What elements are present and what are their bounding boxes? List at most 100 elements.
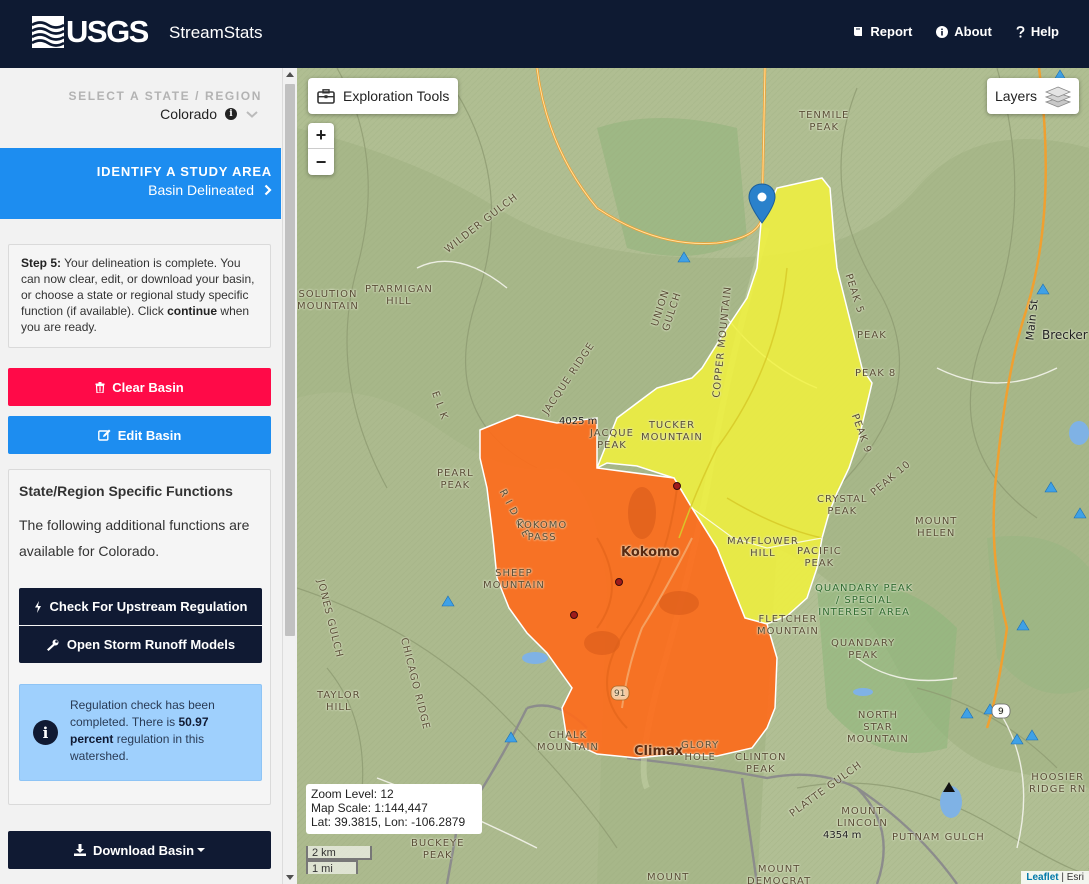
wrench-icon bbox=[46, 639, 59, 651]
check-upstream-regulation-button[interactable]: Check For Upstream Regulation bbox=[19, 588, 262, 625]
label-climax: Climax bbox=[634, 744, 684, 759]
nav-help[interactable]: Help bbox=[1016, 24, 1059, 39]
label-kokomo: Kokomo bbox=[621, 545, 680, 560]
chevron-right-icon bbox=[264, 184, 272, 196]
map-info-panel: Zoom Level: 12 Map Scale: 1:144,447 Lat:… bbox=[306, 784, 482, 834]
state-functions-panel: State/Region Specific Functions The foll… bbox=[8, 469, 271, 805]
label-solution-mountain: SOLUTION MOUNTAIN bbox=[297, 289, 359, 312]
open-storm-label: Open Storm Runoff Models bbox=[66, 637, 236, 652]
layers-button[interactable]: Layers bbox=[986, 78, 1079, 114]
state-info-icon[interactable]: i bbox=[225, 108, 237, 120]
label-mount-bottom: MOUNT bbox=[647, 872, 690, 883]
leaflet-link[interactable]: Leaflet bbox=[1026, 872, 1058, 883]
label-elev-4025: 4025 m bbox=[559, 416, 598, 427]
label-pacific-peak: PACIFIC PEAK bbox=[797, 546, 842, 569]
info-icon bbox=[936, 25, 949, 38]
app-name[interactable]: StreamStats bbox=[169, 23, 263, 43]
exploration-tools-label: Exploration Tools bbox=[343, 88, 450, 104]
zoom-control: + − bbox=[308, 123, 334, 175]
label-mount-lincoln: MOUNT LINCOLN bbox=[837, 806, 888, 829]
esri-attribution: Esri bbox=[1066, 872, 1084, 883]
lat-lon-readout: Lat: 39.3815, Lon: -106.2879 bbox=[311, 815, 466, 829]
scale-km: 2 km bbox=[306, 846, 372, 860]
label-quandary-special: QUANDARY PEAK / SPECIAL INTEREST AREA bbox=[815, 583, 914, 618]
label-putnam-gulch: PUTNAM GULCH bbox=[892, 832, 985, 843]
layers-icon bbox=[1045, 86, 1071, 108]
label-breckenridge: Brecker bbox=[1042, 328, 1088, 342]
label-tenmile-peak: TENMILE PEAK bbox=[799, 110, 850, 133]
label-buckeye-peak: BUCKEYE PEAK bbox=[411, 838, 465, 861]
clear-basin-button[interactable]: Clear Basin bbox=[8, 368, 271, 406]
scroll-thumb[interactable] bbox=[285, 84, 295, 636]
nav-help-label: Help bbox=[1030, 24, 1059, 39]
edit-icon bbox=[97, 429, 111, 441]
label-elev-4354: 4354 m bbox=[823, 830, 862, 841]
nav-about[interactable]: About bbox=[936, 24, 992, 39]
nav-report[interactable]: Report bbox=[853, 24, 912, 39]
label-crystal-peak: CRYSTAL PEAK bbox=[817, 494, 868, 517]
sidebar: SELECT A STATE / REGION Colorado i IDENT… bbox=[0, 68, 297, 884]
open-storm-runoff-button[interactable]: Open Storm Runoff Models bbox=[19, 626, 262, 663]
label-mount-helen: MOUNT HELEN bbox=[915, 516, 958, 539]
edit-basin-label: Edit Basin bbox=[117, 427, 182, 443]
download-basin-button[interactable]: Download Basin bbox=[8, 831, 271, 869]
scroll-up-arrow-icon[interactable] bbox=[286, 72, 294, 77]
label-fletcher-mountain: FLETCHER MOUNTAIN bbox=[757, 614, 819, 637]
question-icon bbox=[1016, 25, 1025, 38]
zoom-out-button[interactable]: − bbox=[308, 149, 334, 175]
book-icon bbox=[854, 27, 863, 36]
edit-basin-button[interactable]: Edit Basin bbox=[8, 416, 271, 454]
zoom-level-readout: Zoom Level: 12 bbox=[311, 787, 394, 801]
caret-down-icon bbox=[197, 848, 206, 852]
info-circle-icon: i bbox=[33, 720, 58, 745]
study-area-title: IDENTIFY A STUDY AREA bbox=[96, 164, 272, 179]
usgs-logo[interactable]: USGS bbox=[32, 14, 149, 49]
study-area-status-label: Basin Delineated bbox=[148, 182, 254, 198]
zoom-in-button[interactable]: + bbox=[308, 123, 334, 149]
label-sheep-mountain: SHEEP MOUNTAIN bbox=[483, 568, 545, 591]
exploration-tools-button[interactable]: Exploration Tools bbox=[308, 78, 459, 114]
usgs-wave-icon bbox=[32, 16, 64, 48]
label-clinton-peak: CLINTON PEAK bbox=[735, 752, 787, 775]
label-ptarmigan-hill: PTARMIGAN HILL bbox=[365, 284, 433, 307]
label-chalk-mountain: CHALK MOUNTAIN bbox=[537, 730, 599, 753]
label-glory-hole: GLORY HOLE bbox=[681, 740, 720, 763]
logo-text: USGS bbox=[66, 14, 149, 49]
header-nav: Report About Help bbox=[853, 24, 1059, 39]
scroll-down-arrow-icon[interactable] bbox=[286, 875, 294, 880]
trash-icon bbox=[95, 381, 105, 393]
label-peak-7: PEAK bbox=[857, 330, 887, 341]
lightning-icon bbox=[34, 600, 41, 613]
map-view[interactable]: TENMILE PEAK WILDER GULCH PTARMIGAN HILL… bbox=[297, 68, 1089, 884]
label-quandary-peak: QUANDARY PEAK bbox=[831, 638, 896, 661]
map-attribution: Leaflet | Esri bbox=[1021, 871, 1089, 884]
sidebar-scrollbar[interactable] bbox=[282, 68, 297, 884]
study-area-status: Basin Delineated bbox=[148, 182, 272, 198]
label-peak-8: PEAK 8 bbox=[855, 368, 897, 379]
step-continue: continue bbox=[167, 304, 218, 318]
regulation-alert-text: Regulation check has been completed. The… bbox=[70, 697, 255, 765]
regulation-alert: i Regulation check has been completed. T… bbox=[19, 684, 262, 781]
label-route-9: 9 bbox=[998, 707, 1004, 717]
label-route-91: 91 bbox=[614, 689, 626, 699]
sidebar-content: SELECT A STATE / REGION Colorado i IDENT… bbox=[0, 68, 281, 884]
state-selector-label: SELECT A STATE / REGION bbox=[68, 89, 262, 103]
nav-about-label: About bbox=[954, 24, 992, 39]
scale-bar: 2 km 1 mi bbox=[306, 846, 372, 875]
download-icon bbox=[73, 844, 86, 856]
step-label: Step 5: bbox=[21, 256, 62, 270]
scale-mi: 1 mi bbox=[306, 860, 358, 875]
label-taylor-hill: TAYLOR HILL bbox=[317, 690, 361, 713]
study-area-step[interactable]: IDENTIFY A STUDY AREA Basin Delineated bbox=[0, 148, 281, 219]
label-jacque-peak: JACQUE PEAK bbox=[590, 428, 634, 451]
label-north-star: NORTH STAR MOUNTAIN bbox=[847, 710, 909, 745]
state-selector[interactable]: SELECT A STATE / REGION Colorado i bbox=[0, 68, 281, 148]
state-selector-value[interactable]: Colorado i bbox=[160, 106, 259, 122]
step-instructions: Step 5: Your delineation is complete. Yo… bbox=[8, 244, 271, 348]
top-navbar: USGS StreamStats Report About Help bbox=[0, 0, 1089, 68]
label-tucker-mountain: TUCKER MOUNTAIN bbox=[641, 420, 703, 443]
check-upstream-label: Check For Upstream Regulation bbox=[49, 599, 248, 614]
chevron-down-icon[interactable] bbox=[245, 109, 259, 119]
functions-title: State/Region Specific Functions bbox=[19, 483, 233, 499]
toolbox-icon bbox=[317, 88, 335, 104]
